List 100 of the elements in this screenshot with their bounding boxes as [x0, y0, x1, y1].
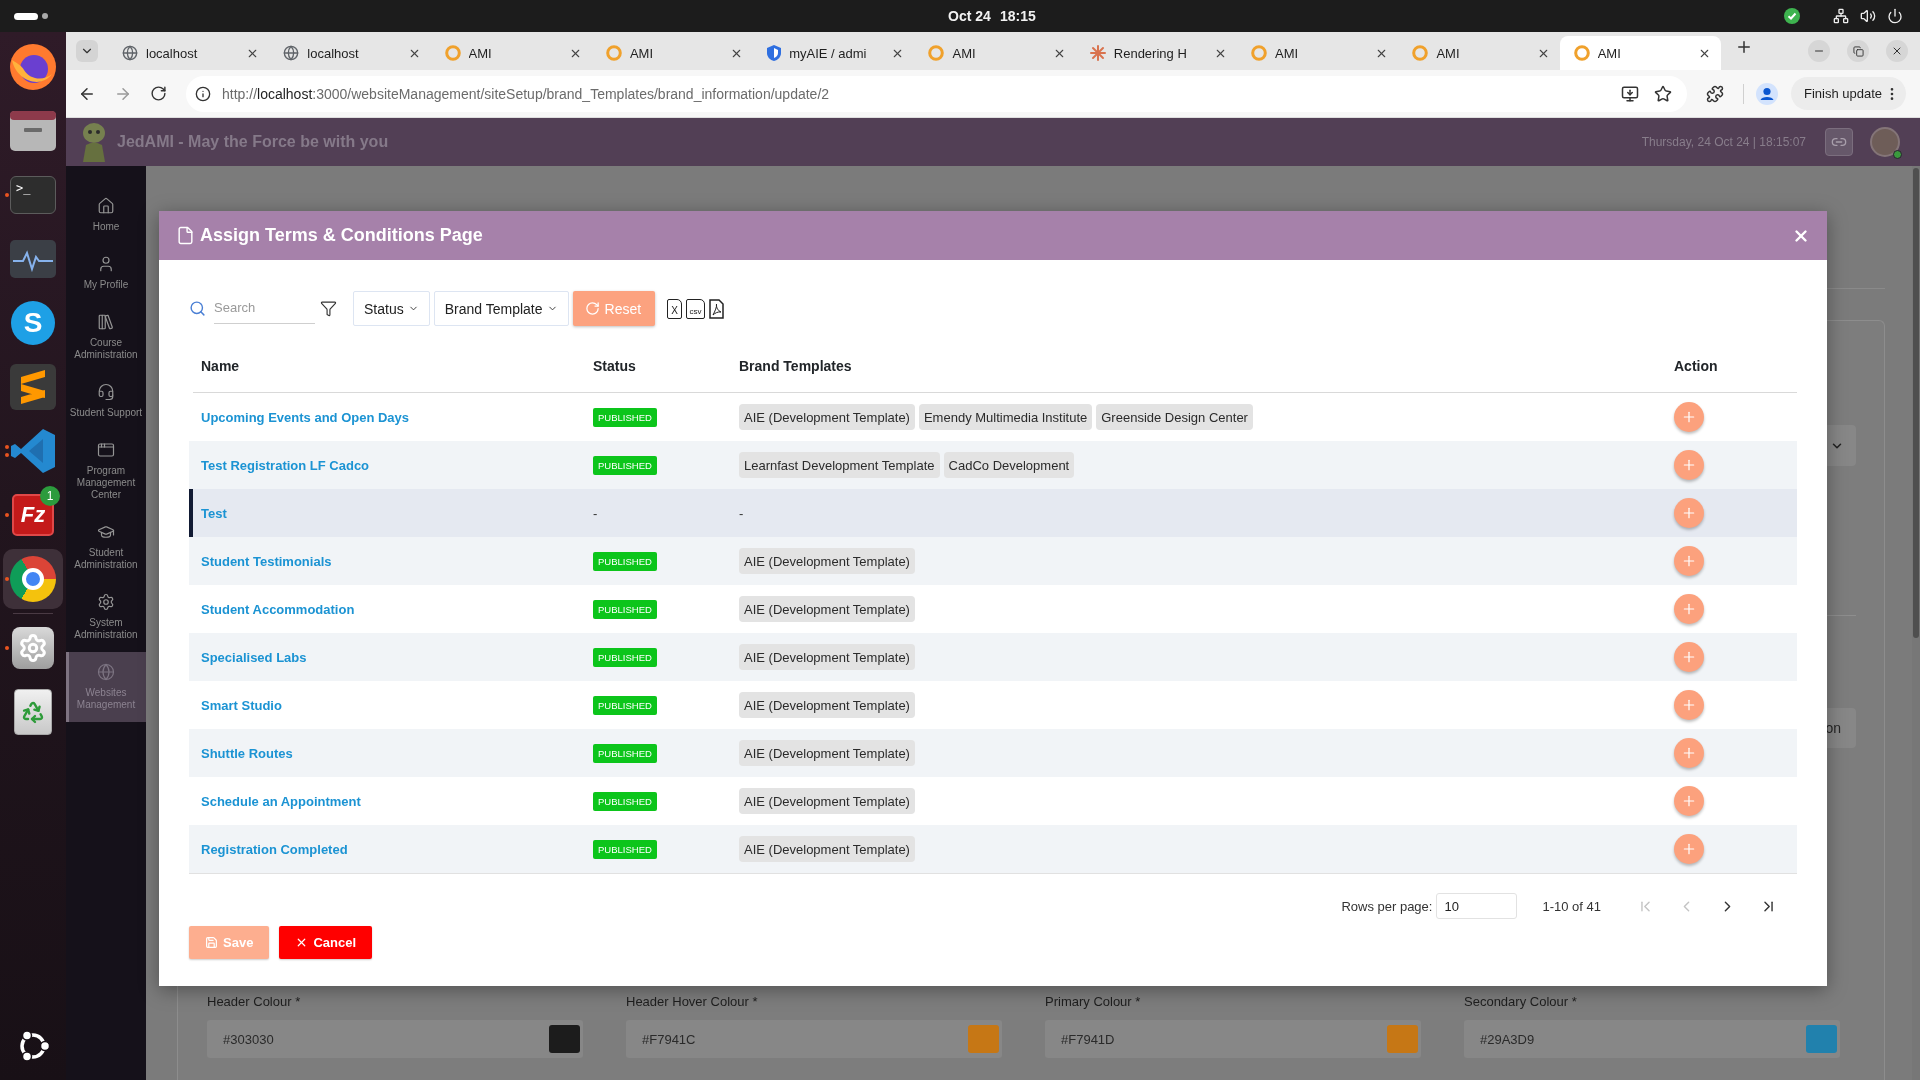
volume-icon[interactable]: [1860, 8, 1876, 24]
search-field[interactable]: Search: [214, 293, 315, 324]
reload-icon[interactable]: [150, 85, 167, 102]
save-icon: [205, 936, 218, 949]
page-name-link[interactable]: Schedule an Appointment: [201, 793, 361, 809]
page-name-link[interactable]: Test Registration LF Cadco: [201, 457, 370, 473]
sidebar-item[interactable]: Home: [66, 186, 146, 244]
filter-dropdown-button[interactable]: Brand Template: [433, 291, 569, 326]
app-title: JedAMI - May the Force be with you: [117, 133, 389, 151]
status-badge: PUBLISHED: [593, 599, 657, 619]
robot-mascot-icon: [80, 121, 108, 163]
address-bar-field[interactable]: http://localhost:3000/websiteManagement/siteSetup/brand_Templates/brand_information/update/2: [186, 75, 1687, 112]
status-badge: PUBLISHED: [593, 791, 657, 811]
restore-icon: [1852, 45, 1864, 57]
sidebar-item[interactable]: Student Support: [66, 372, 146, 430]
plus-icon: [1681, 793, 1697, 809]
pulse-monitor-icon[interactable]: [10, 240, 56, 278]
colour-input-field[interactable]: #F7941C: [626, 1020, 1002, 1058]
color-wheel-icon[interactable]: [10, 556, 56, 602]
power-icon[interactable]: [1887, 8, 1903, 24]
clock-time[interactable]: 18:15: [999, 8, 1036, 24]
close-icon: [1891, 45, 1903, 57]
browser-tab[interactable]: AMI: [1398, 36, 1560, 70]
finish-update-button[interactable]: Finish update: [1791, 77, 1906, 110]
xls-export-button[interactable]: X: [667, 298, 683, 319]
dock-item[interactable]: Fz 1: [3, 485, 63, 545]
sidebar-item[interactable]: Program Management Center: [66, 430, 146, 512]
profile-icon[interactable]: [1756, 82, 1778, 105]
page-name-link[interactable]: Specialised Labs: [201, 649, 307, 665]
browser-tab[interactable]: localhost: [269, 36, 431, 70]
browser-tab[interactable]: Rendering H: [1075, 36, 1238, 70]
filter-icon[interactable]: [320, 300, 337, 317]
status-badge: PUBLISHED: [593, 551, 657, 571]
gear-icon[interactable]: [12, 627, 54, 669]
puzzle-icon[interactable]: [1706, 84, 1724, 103]
stripes-logo-icon[interactable]: [10, 364, 56, 410]
running-dot-icon: [4, 453, 9, 457]
browser-tab[interactable]: AMI: [1237, 36, 1399, 70]
terminal-prompt-logo[interactable]: >_: [10, 176, 56, 214]
dialog-title: Assign Terms & Conditions Page: [200, 225, 484, 246]
minimize-button[interactable]: [1808, 40, 1830, 62]
link-button[interactable]: [1825, 128, 1853, 156]
clock-date[interactable]: Oct 24: [948, 8, 991, 24]
close-window-button[interactable]: [1886, 40, 1908, 62]
search-icon: [189, 300, 206, 317]
dropdown-field[interactable]: [1827, 425, 1856, 466]
scrollbar-thumb[interactable]: [1913, 168, 1919, 638]
ribbon-logo-icon[interactable]: [11, 429, 55, 473]
colour-input-field[interactable]: #F7941D: [1045, 1020, 1421, 1058]
plus-icon: [1681, 745, 1697, 761]
page-name-link[interactable]: Shuttle Routes: [201, 745, 293, 761]
page-name-link[interactable]: Registration Completed: [201, 841, 348, 857]
page-name-link[interactable]: Student Accommodation: [201, 601, 355, 617]
globe-icon: [122, 45, 138, 61]
workspace-indicator-icon[interactable]: [14, 12, 48, 20]
browser-globe-icon[interactable]: [10, 44, 56, 90]
browser-tab[interactable]: AMI: [591, 36, 754, 70]
sidebar-item[interactable]: System Administration: [66, 582, 146, 652]
restore-button[interactable]: [1847, 40, 1869, 62]
shield-check-icon[interactable]: [1784, 8, 1800, 24]
page-name-link[interactable]: Student Testimonials: [201, 553, 332, 569]
browser-tab[interactable]: AMI: [430, 36, 592, 70]
rows-per-page-label: Rows per page:: [1341, 898, 1433, 914]
network-icon[interactable]: [1833, 8, 1849, 24]
page-name-link[interactable]: Smart Studio: [201, 697, 282, 713]
colour-swatch-icon[interactable]: [1806, 1025, 1837, 1053]
status-badge: PUBLISHED: [593, 743, 657, 763]
filter-dropdown-button[interactable]: Status: [353, 291, 430, 326]
dock-item[interactable]: [3, 549, 63, 609]
ring-icon: [444, 45, 461, 61]
colour-swatch-icon[interactable]: [549, 1025, 580, 1053]
dock-item[interactable]: >_: [3, 165, 63, 225]
plus-icon: [1681, 697, 1697, 713]
browser-tab[interactable]: AMI: [1559, 36, 1721, 70]
folder-icon[interactable]: [10, 111, 56, 151]
plus-icon: [1681, 601, 1697, 617]
ring-icon: [1251, 45, 1268, 61]
sidebar-item[interactable]: Student Administration: [66, 512, 146, 582]
status-badge: PUBLISHED: [593, 647, 657, 667]
colour-swatch-icon[interactable]: [1387, 1025, 1418, 1053]
csv-export-button[interactable]: csv: [686, 298, 706, 319]
cancel-button[interactable]: Cancel: [279, 926, 372, 959]
colour-input-field[interactable]: #303030: [207, 1020, 583, 1058]
browser-tab[interactable]: myAIE / admi: [753, 36, 915, 70]
install-screen-icon[interactable]: [1621, 84, 1639, 103]
bookmark-star-icon[interactable]: [1654, 84, 1672, 103]
tab-search-button[interactable]: [76, 40, 98, 62]
browser-tab[interactable]: localhost: [108, 36, 270, 70]
colour-swatch-icon[interactable]: [968, 1025, 999, 1053]
colour-input-field[interactable]: #29A3D9: [1464, 1020, 1840, 1058]
shield-icon: [767, 45, 782, 61]
user-avatar[interactable]: [1870, 127, 1900, 157]
sidebar-item[interactable]: Course Administration: [66, 302, 146, 372]
sidebar-item[interactable]: My Profile: [66, 244, 146, 302]
rows-per-page-field[interactable]: 10: [1436, 893, 1518, 919]
globe-icon: [283, 45, 300, 61]
browser-tab[interactable]: AMI: [914, 36, 1076, 70]
pdf-file-icon[interactable]: [709, 298, 725, 319]
page-name-link[interactable]: Upcoming Events and Open Days: [201, 409, 410, 425]
info-icon[interactable]: [195, 85, 211, 102]
